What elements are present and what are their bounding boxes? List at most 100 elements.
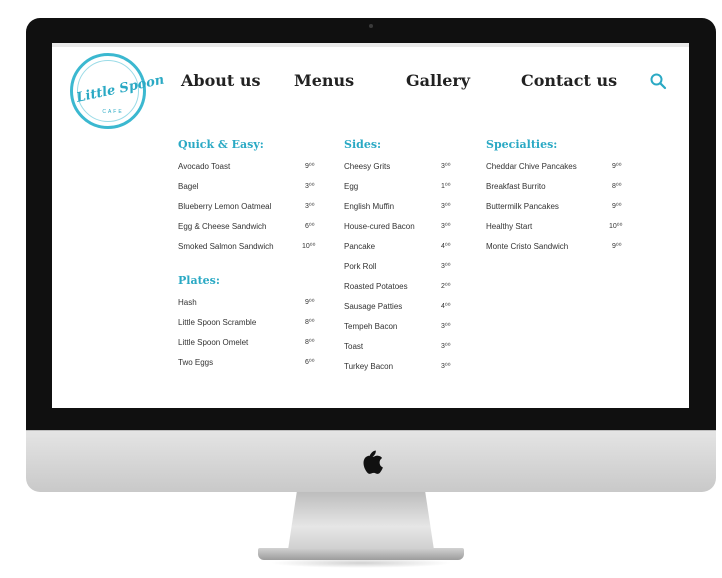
menu-item: Sausage Patties 4⁰⁰ xyxy=(344,302,494,322)
item-price: 3⁰⁰ xyxy=(441,363,451,370)
item-name: Sausage Patties xyxy=(344,302,403,311)
item-name: Pork Roll xyxy=(344,262,377,271)
item-name: Bagel xyxy=(178,182,199,191)
item-price: 3⁰⁰ xyxy=(441,163,451,170)
nav-menus[interactable]: Menus xyxy=(294,71,354,90)
menu-item: Healthy Start 10⁰⁰ xyxy=(486,222,636,242)
quick-easy-list: Avocado Toast 9⁰⁰ Bagel 3⁰⁰ Blueberry Lemo… xyxy=(178,162,328,262)
nav-contact-us[interactable]: Contact us xyxy=(521,71,617,90)
menu-item: Cheesy Grits 3⁰⁰ xyxy=(344,162,494,182)
apple-logo-icon xyxy=(363,450,383,474)
menu-item: Two Eggs 6⁰⁰ xyxy=(178,358,328,378)
item-name: Pancake xyxy=(344,242,376,251)
menu-item: Egg & Cheese Sandwich 6⁰⁰ xyxy=(178,222,328,242)
item-price: 2⁰⁰ xyxy=(441,283,451,290)
menu-item: Egg 1⁰⁰ xyxy=(344,182,494,202)
plates-list: Hash 9⁰⁰ Little Spoon Scramble 8⁰⁰ Little … xyxy=(178,298,328,378)
item-name: Tempeh Bacon xyxy=(344,322,398,331)
item-name: English Muffin xyxy=(344,202,395,211)
item-price: 8⁰⁰ xyxy=(305,319,315,326)
menu-item: Turkey Bacon 3⁰⁰ xyxy=(344,362,494,382)
item-price: 3⁰⁰ xyxy=(441,263,451,270)
menu-item: Smoked Salmon Sandwich 10⁰⁰ xyxy=(178,242,328,262)
item-price: 8⁰⁰ xyxy=(305,339,315,346)
item-name: Smoked Salmon Sandwich xyxy=(178,242,274,251)
menu-item: Monte Cristo Sandwich 9⁰⁰ xyxy=(486,242,636,262)
browser-toolbar xyxy=(52,43,689,47)
item-name: Cheesy Grits xyxy=(344,162,391,171)
menu-item: Blueberry Lemon Oatmeal 3⁰⁰ xyxy=(178,202,328,222)
specialties-list: Cheddar Chive Pancakes 9⁰⁰ Breakfast Burr… xyxy=(486,162,636,262)
item-price: 8⁰⁰ xyxy=(612,183,622,190)
item-name: Little Spoon Scramble xyxy=(178,318,257,327)
main-nav: About us Menus Gallery Contact us xyxy=(52,71,689,95)
item-name: Breakfast Burrito xyxy=(486,182,546,191)
menu-item: Little Spoon Scramble 8⁰⁰ xyxy=(178,318,328,338)
menu-item: Avocado Toast 9⁰⁰ xyxy=(178,162,328,182)
item-price: 9⁰⁰ xyxy=(612,203,622,210)
monitor-stand-neck xyxy=(288,492,434,550)
menu-item: Breakfast Burrito 8⁰⁰ xyxy=(486,182,636,202)
website-screen: Little Spoon CAFE About us Menus Gallery… xyxy=(52,43,689,408)
menu-item: Toast 3⁰⁰ xyxy=(344,342,494,362)
item-price: 4⁰⁰ xyxy=(441,243,451,250)
section-title-quick-easy: Quick & Easy: xyxy=(178,138,264,151)
section-title-specialties: Specialties: xyxy=(486,138,558,151)
item-name: Blueberry Lemon Oatmeal xyxy=(178,202,272,211)
item-price: 3⁰⁰ xyxy=(441,203,451,210)
camera-dot xyxy=(369,24,373,28)
item-price: 9⁰⁰ xyxy=(305,163,315,170)
item-price: 4⁰⁰ xyxy=(441,303,451,310)
menu-item: Cheddar Chive Pancakes 9⁰⁰ xyxy=(486,162,636,182)
monitor-chin xyxy=(26,430,716,492)
item-name: Buttermilk Pancakes xyxy=(486,202,559,211)
menu-item: English Muffin 3⁰⁰ xyxy=(344,202,494,222)
item-name: Turkey Bacon xyxy=(344,362,394,371)
section-title-plates: Plates: xyxy=(178,274,220,287)
nav-gallery[interactable]: Gallery xyxy=(406,71,470,90)
item-price: 3⁰⁰ xyxy=(305,203,315,210)
item-price: 1⁰⁰ xyxy=(441,183,451,190)
monitor-stand-foot xyxy=(258,548,464,560)
item-name: Monte Cristo Sandwich xyxy=(486,242,569,251)
item-price: 9⁰⁰ xyxy=(612,243,622,250)
item-name: House-cured Bacon xyxy=(344,222,415,231)
item-name: Healthy Start xyxy=(486,222,533,231)
menu-item: Pancake 4⁰⁰ xyxy=(344,242,494,262)
section-title-sides: Sides: xyxy=(344,138,382,151)
item-name: Hash xyxy=(178,298,197,307)
item-price: 6⁰⁰ xyxy=(305,359,315,366)
menu-item: Roasted Potatoes 2⁰⁰ xyxy=(344,282,494,302)
sides-list: Cheesy Grits 3⁰⁰ Egg 1⁰⁰ English Muffin 3⁰⁰… xyxy=(344,162,494,382)
item-name: Egg & Cheese Sandwich xyxy=(178,222,267,231)
item-price: 3⁰⁰ xyxy=(441,323,451,330)
item-name: Little Spoon Omelet xyxy=(178,338,249,347)
item-price: 6⁰⁰ xyxy=(305,223,315,230)
menu-item: Buttermilk Pancakes 9⁰⁰ xyxy=(486,202,636,222)
item-name: Two Eggs xyxy=(178,358,214,367)
item-price: 3⁰⁰ xyxy=(305,183,315,190)
menu-item: House-cured Bacon 3⁰⁰ xyxy=(344,222,494,242)
item-name: Cheddar Chive Pancakes xyxy=(486,162,577,171)
item-name: Toast xyxy=(344,342,364,351)
item-name: Roasted Potatoes xyxy=(344,282,408,291)
menu-item: Tempeh Bacon 3⁰⁰ xyxy=(344,322,494,342)
menu-item: Pork Roll 3⁰⁰ xyxy=(344,262,494,282)
menu-item: Bagel 3⁰⁰ xyxy=(178,182,328,202)
nav-about-us[interactable]: About us xyxy=(181,71,261,90)
search-icon[interactable] xyxy=(649,72,667,90)
item-price: 10⁰⁰ xyxy=(302,243,316,250)
item-name: Egg xyxy=(344,182,359,191)
menu-item: Hash 9⁰⁰ xyxy=(178,298,328,318)
item-price: 9⁰⁰ xyxy=(305,299,315,306)
item-price: 10⁰⁰ xyxy=(609,223,623,230)
menu-column-1: Quick & Easy: Avocado Toast 9⁰⁰ Bagel 3⁰⁰ … xyxy=(178,138,328,378)
menu-item: Little Spoon Omelet 8⁰⁰ xyxy=(178,338,328,358)
menu-column-3: Specialties: Cheddar Chive Pancakes 9⁰⁰ B… xyxy=(486,138,636,262)
item-price: 9⁰⁰ xyxy=(612,163,622,170)
item-price: 3⁰⁰ xyxy=(441,223,451,230)
menu-column-2: Sides: Cheesy Grits 3⁰⁰ Egg 1⁰⁰ English Mu… xyxy=(344,138,494,382)
item-price: 3⁰⁰ xyxy=(441,343,451,350)
logo-sub: CAFE xyxy=(102,109,124,115)
item-name: Avocado Toast xyxy=(178,162,231,171)
